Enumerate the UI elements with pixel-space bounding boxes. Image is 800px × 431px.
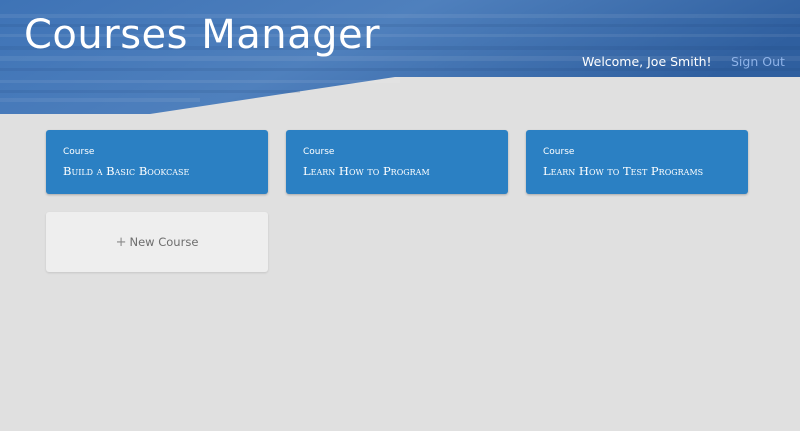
course-title: Learn How to Test Programs [543, 164, 704, 178]
app-title: Courses Manager [24, 12, 381, 58]
course-card[interactable]: Course Build a Basic Bookcase [46, 130, 268, 194]
course-label: Course [303, 147, 335, 157]
plus-icon: + [115, 234, 127, 250]
header: Courses Manager Welcome, Joe Smith! Sign… [0, 0, 800, 114]
new-course-button[interactable]: + New Course [46, 212, 268, 272]
course-title: Build a Basic Bookcase [63, 164, 190, 178]
course-card[interactable]: Course Learn How to Test Programs [526, 130, 748, 194]
welcome-message: Welcome, Joe Smith! [582, 54, 712, 69]
course-card[interactable]: Course Learn How to Program [286, 130, 508, 194]
course-label: Course [543, 147, 575, 157]
new-course-label: New Course [129, 235, 199, 249]
sign-out-link[interactable]: Sign Out [731, 54, 785, 69]
course-label: Course [63, 147, 95, 157]
course-title: Learn How to Program [303, 164, 430, 178]
